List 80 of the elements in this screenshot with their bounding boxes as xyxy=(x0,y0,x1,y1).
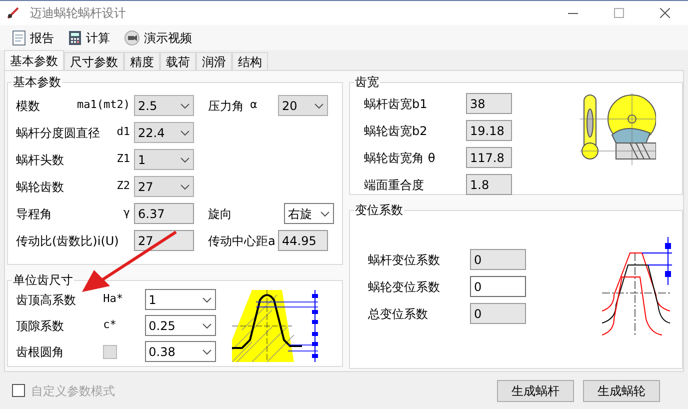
symbol-label: Ha* xyxy=(103,291,123,308)
text-field[interactable]: 0 xyxy=(470,303,526,324)
caret-icon xyxy=(320,210,330,216)
field-label: 蜗杆头数 xyxy=(16,152,64,168)
toolbar-button[interactable]: 计算 xyxy=(68,28,110,46)
group-title: 变位系数 xyxy=(354,202,404,219)
caret-icon xyxy=(314,102,324,108)
window-title: 迈迪蜗轮蜗杆设计 xyxy=(30,5,126,22)
text-field[interactable]: 44.95 xyxy=(278,230,328,251)
dropdown[interactable]: 1 xyxy=(134,149,194,170)
group-title: 单位齿尺寸 xyxy=(12,272,74,289)
dropdown[interactable]: 20 xyxy=(278,95,328,116)
symbol-label: Z2 xyxy=(116,178,130,194)
dropdown[interactable]: 22.4 xyxy=(134,122,194,143)
calculator-icon xyxy=(68,30,82,46)
minimize-icon xyxy=(568,12,578,14)
action-button[interactable]: 生成蜗轮 xyxy=(583,380,660,402)
tab[interactable]: 结构 xyxy=(232,52,268,70)
text-field[interactable]: 0 xyxy=(470,249,526,270)
dropdown[interactable]: 27 xyxy=(134,176,194,197)
tab[interactable]: 尺寸参数 xyxy=(64,52,124,70)
tab[interactable]: 载荷 xyxy=(160,52,196,70)
dropdown[interactable]: 右旋 xyxy=(284,203,334,224)
text-field[interactable]: 38 xyxy=(466,93,512,114)
field-label: 传动中心距a xyxy=(208,232,276,250)
field-label: 总变位系数 xyxy=(368,306,429,322)
caret-icon xyxy=(202,348,212,354)
text-field[interactable]: 0 xyxy=(470,276,526,297)
checkbox-label: 自定义参数模式 xyxy=(31,382,115,400)
document-icon xyxy=(12,30,26,46)
field-label: 模数 xyxy=(16,98,40,114)
caret-icon xyxy=(180,102,190,108)
symbol-label: α xyxy=(250,97,258,114)
tab[interactable]: 润滑 xyxy=(196,52,232,70)
field-label: 压力角 xyxy=(208,98,244,114)
caret-icon xyxy=(202,296,212,302)
text-field[interactable]: 117.8 xyxy=(466,147,512,168)
tab[interactable]: 精度 xyxy=(124,52,160,70)
field-label: 传动比(齿数比)i(U) xyxy=(16,232,119,250)
field-label: 端面重合度 xyxy=(364,176,425,194)
tab[interactable]: 基本参数 xyxy=(4,50,64,70)
field-label: 旋向 xyxy=(208,206,232,222)
action-button[interactable]: 生成蜗杆 xyxy=(497,380,574,402)
symbol-label: γ xyxy=(123,205,130,222)
toolbar-button[interactable]: 报告 xyxy=(12,28,54,46)
toolbar-button[interactable]: 演示视频 xyxy=(124,28,192,46)
symbol-label: Z1 xyxy=(116,151,130,168)
caret-icon xyxy=(180,184,190,190)
text-field[interactable]: 19.18 xyxy=(466,120,512,141)
field-label: 齿根圆角 xyxy=(16,344,65,360)
field-label: 蜗杆分度圆直径 xyxy=(16,124,100,142)
field-label: 蜗轮齿数 xyxy=(16,178,64,196)
maximize-icon xyxy=(614,8,624,18)
dropdown[interactable]: 0.25 xyxy=(144,315,216,336)
symbol-label: d1 xyxy=(116,124,130,140)
symbol-label: ma1(mt2) xyxy=(77,97,130,114)
close-icon xyxy=(660,8,670,18)
field-label: 蜗轮齿宽b2 xyxy=(364,122,428,140)
field-label: 顶隙系数 xyxy=(16,318,65,334)
dropdown[interactable]: 2.5 xyxy=(134,95,194,116)
camera-icon xyxy=(124,30,140,46)
field-label: 蜗杆齿宽b1 xyxy=(364,96,428,112)
dropdown[interactable]: 0.38 xyxy=(144,341,216,362)
app-icon xyxy=(6,6,20,20)
caret-icon xyxy=(202,322,212,328)
field-label: 蜗杆变位系数 xyxy=(368,252,441,268)
field-label: 蜗轮齿宽角 θ xyxy=(364,150,436,166)
field-label: 蜗轮变位系数 xyxy=(368,278,441,296)
color-swatch[interactable] xyxy=(103,344,118,358)
text-field[interactable]: 1.8 xyxy=(466,174,512,195)
caret-icon xyxy=(180,156,190,162)
text-field[interactable]: 27 xyxy=(134,230,194,251)
field-label: 导程角 xyxy=(16,206,52,222)
dropdown[interactable]: 1 xyxy=(144,289,216,310)
symbol-label: c* xyxy=(103,317,116,334)
group-title: 基本参数 xyxy=(12,74,62,91)
group-title: 齿宽 xyxy=(354,74,380,91)
caret-icon xyxy=(180,130,190,136)
field-label: 齿顶高系数 xyxy=(16,292,77,308)
text-field[interactable]: 6.37 xyxy=(134,203,194,224)
